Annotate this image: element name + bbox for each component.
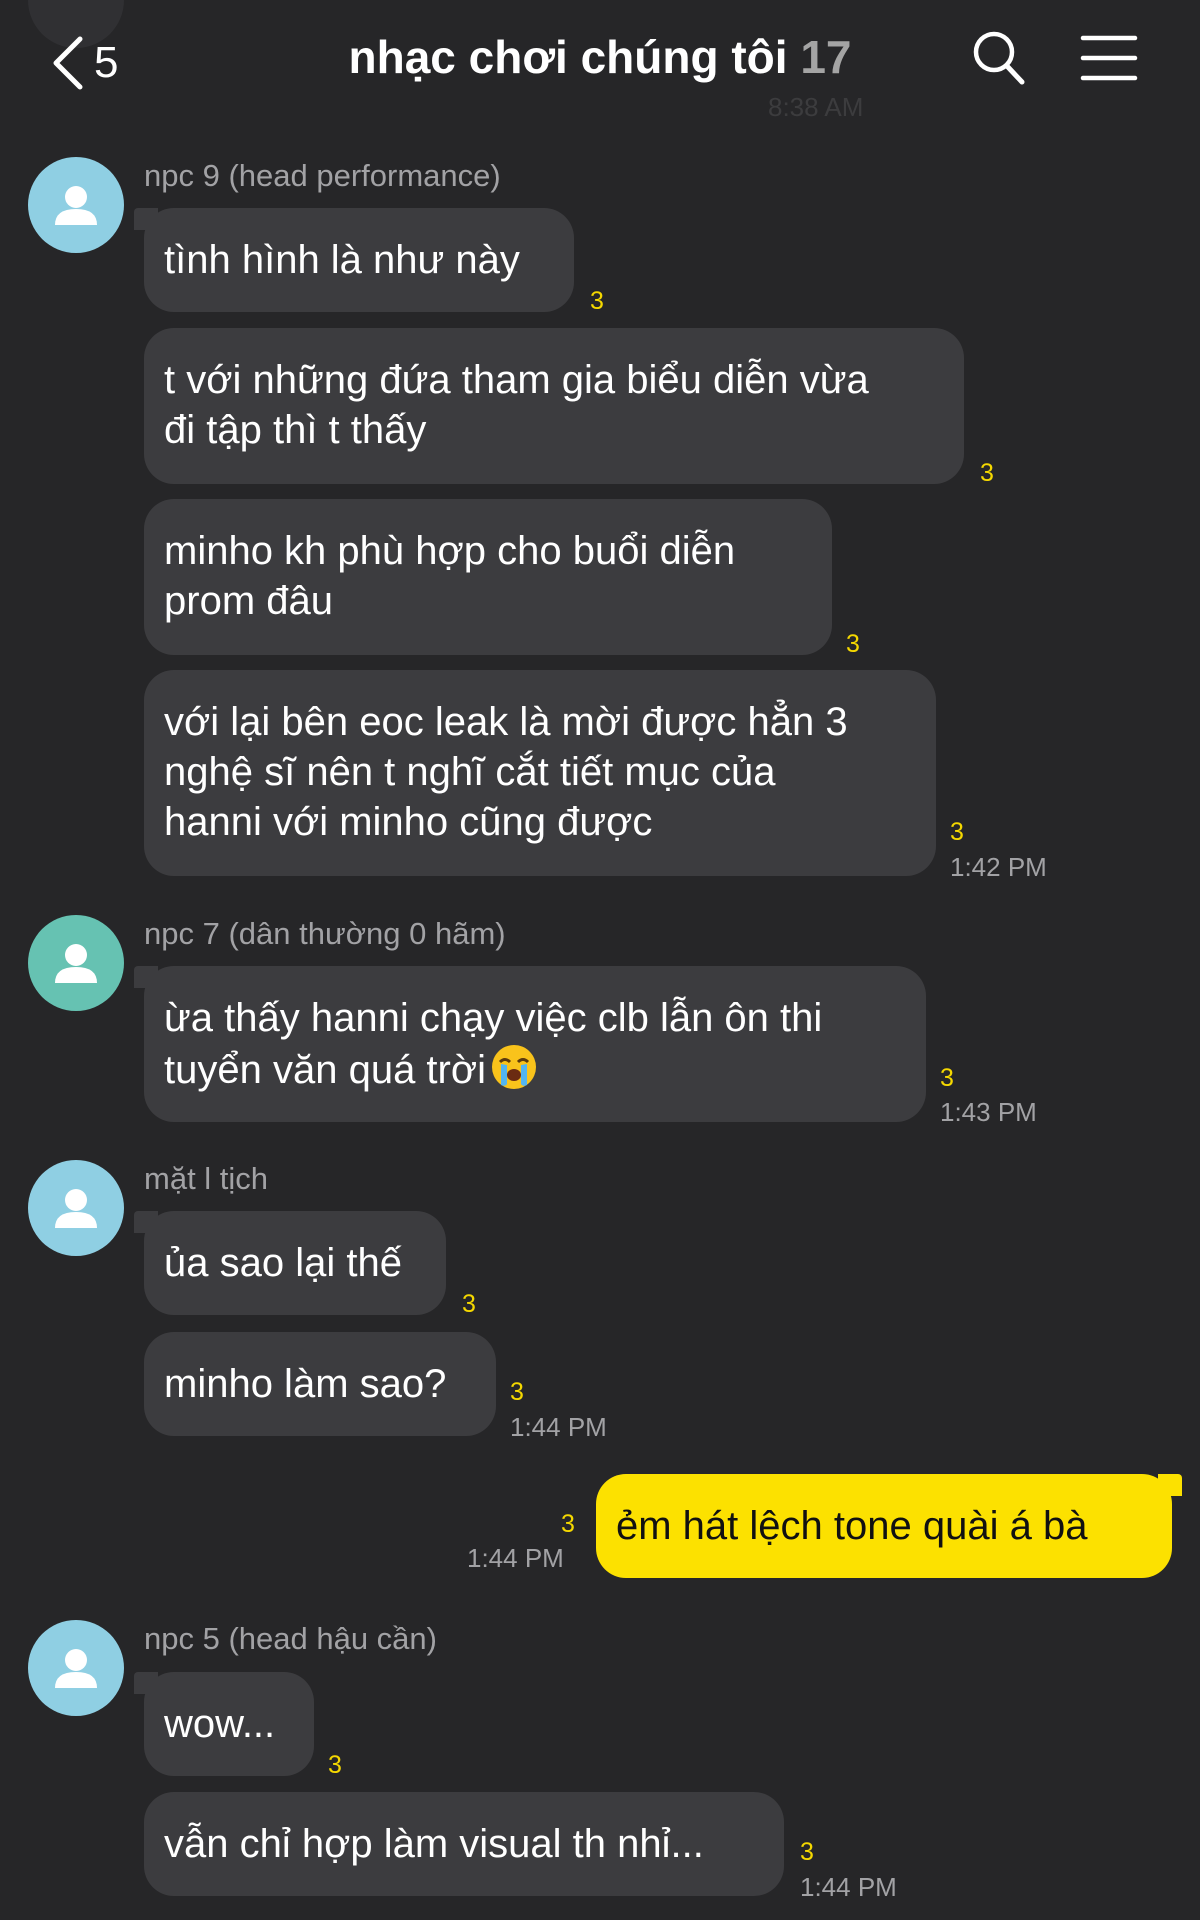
- avatar[interactable]: [28, 1620, 124, 1716]
- message-bubble[interactable]: vẫn chỉ hợp làm visual th nhỉ...: [144, 1792, 784, 1896]
- message-text: t với những đứa tham gia biểu diễn vừa: [164, 358, 869, 402]
- message-text: nghệ sĩ nên t nghĩ cắt tiết mục của: [164, 750, 776, 794]
- message-time: 1:44 PM: [510, 1412, 607, 1442]
- message-bubble[interactable]: tình hình là như này: [134, 208, 574, 312]
- loudly-crying-face-emoji: [490, 1043, 538, 1103]
- unread-count: 3: [510, 1378, 524, 1406]
- message-text: vẫn chỉ hợp làm visual th nhỉ...: [164, 1822, 704, 1866]
- message-bubble[interactable]: minho kh phù hợp cho buổi diễn prom đâu: [144, 499, 832, 655]
- unread-count: 3: [561, 1510, 575, 1538]
- message-text: minho làm sao?: [164, 1362, 447, 1406]
- message-time: 1:44 PM: [467, 1543, 564, 1573]
- default-person-icon: [55, 944, 97, 983]
- sender-name: npc 9 (head performance): [144, 158, 501, 193]
- message-bubble[interactable]: wow...: [134, 1672, 314, 1776]
- message-text: với lại bên eoc leak là mời được hẳn 3: [164, 700, 848, 744]
- default-person-icon: [55, 1189, 97, 1228]
- message-text: prom đâu: [164, 579, 333, 623]
- message-bubble[interactable]: ủa sao lại thế: [134, 1211, 446, 1315]
- unread-count: 3: [846, 630, 860, 658]
- sender-name: mặt l tịch: [144, 1161, 269, 1196]
- sender-name: npc 5 (head hậu cần): [144, 1621, 437, 1656]
- message-bubble[interactable]: với lại bên eoc leak là mời được hẳn 3 n…: [144, 670, 936, 876]
- message-text: ẻm hát lệch tone quài á bà: [616, 1504, 1088, 1548]
- sender-name: npc 7 (dân thường 0 hãm): [144, 916, 506, 951]
- message-text: tuyển văn quá trời: [164, 1048, 486, 1092]
- default-person-icon: [55, 1649, 97, 1688]
- message-time: 1:42 PM: [950, 852, 1047, 882]
- message-text: đi tập thì t thấy: [164, 408, 427, 452]
- default-person-icon: [55, 186, 97, 225]
- message-text: ừa thấy hanni chạy việc clb lẫn ôn thi: [164, 996, 823, 1040]
- menu-button[interactable]: [1080, 28, 1138, 93]
- message-text: ủa sao lại thế: [164, 1241, 402, 1285]
- search-icon: [973, 31, 1025, 85]
- message-bubble[interactable]: ừa thấy hanni chạy việc clb lẫn ôn thi t…: [134, 966, 926, 1122]
- message-time: 1:44 PM: [800, 1872, 897, 1902]
- message-time: 1:43 PM: [940, 1097, 1037, 1127]
- message-text: tình hình là như này: [164, 238, 520, 282]
- unread-count: 3: [940, 1064, 954, 1092]
- previous-message-time: 8:38 AM: [768, 92, 864, 122]
- message-text: hanni với minho cũng được: [164, 800, 653, 844]
- message-bubble[interactable]: t với những đứa tham gia biểu diễn vừa đ…: [144, 328, 964, 484]
- chat-header: 5 nhạc chơi chúng tôi 17 8:38 AM: [0, 0, 1200, 125]
- my-message-bubble[interactable]: ẻm hát lệch tone quài á bà: [596, 1474, 1182, 1578]
- avatar[interactable]: [28, 915, 124, 1011]
- unread-count: 3: [800, 1838, 814, 1866]
- unread-count: 3: [950, 818, 964, 846]
- message-text: wow...: [164, 1702, 276, 1746]
- message-text: minho kh phù hợp cho buổi diễn: [164, 529, 736, 573]
- avatar[interactable]: [28, 157, 124, 253]
- unread-count: 3: [328, 1751, 342, 1779]
- avatar[interactable]: [28, 1160, 124, 1256]
- hamburger-menu-icon: [1080, 35, 1138, 81]
- member-count: 17: [800, 31, 852, 83]
- unread-count: 3: [462, 1290, 476, 1318]
- message-bubble[interactable]: minho làm sao?: [144, 1332, 496, 1436]
- search-button[interactable]: [970, 28, 1026, 93]
- unread-count: 3: [590, 287, 604, 315]
- chat-name: nhạc chơi chúng tôi: [348, 31, 788, 83]
- unread-count: 3: [980, 459, 994, 487]
